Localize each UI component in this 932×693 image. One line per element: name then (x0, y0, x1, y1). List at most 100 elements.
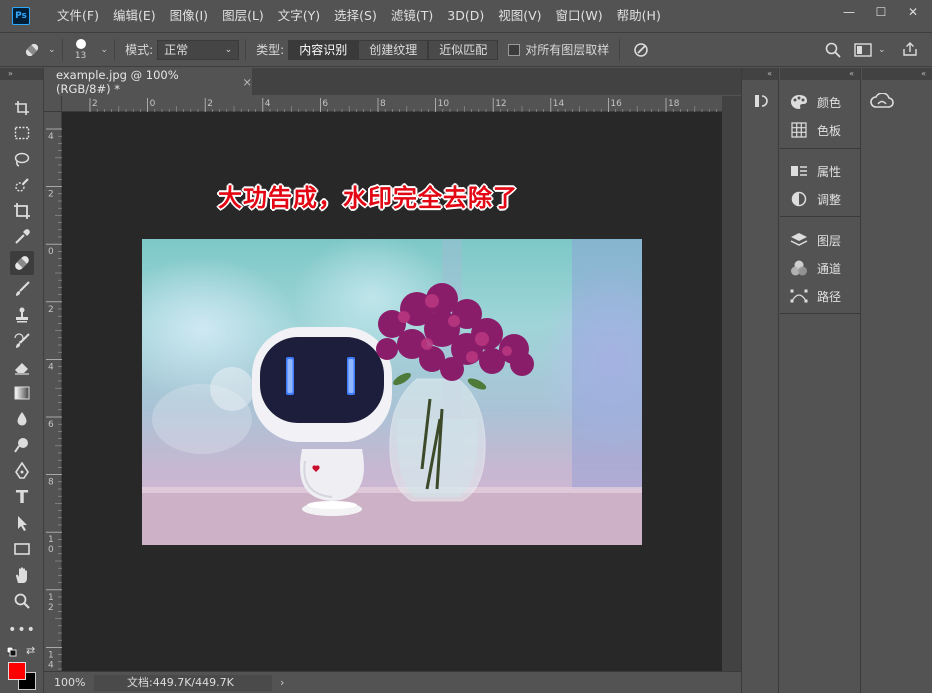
healing-brush-preset-icon[interactable]: ⌄ (22, 40, 56, 60)
ruler-top-tick-label: 12 (495, 99, 506, 109)
brush-size-chevron-icon[interactable]: ⌄ (101, 45, 109, 55)
properties-icon (790, 162, 808, 180)
panel-channels[interactable]: 通道 (790, 259, 841, 277)
default-colors-icon[interactable] (6, 646, 17, 657)
status-menu-arrow-icon[interactable]: › (280, 676, 284, 689)
menu-3d[interactable]: 3D(D) (440, 0, 491, 32)
panel-layers[interactable]: 图层 (790, 231, 841, 249)
type-create-texture-button[interactable]: 创建纹理 (358, 39, 429, 60)
panel-paths[interactable]: 路径 (790, 287, 841, 305)
panel-paths-label: 路径 (817, 289, 842, 304)
close-button[interactable]: ✕ (898, 2, 928, 22)
swap-colors-icon[interactable]: ⇄ (26, 644, 35, 657)
ruler-top-tick-label: 4 (265, 99, 271, 109)
collapse-panel-icon[interactable]: « (780, 68, 860, 80)
marquee-icon[interactable] (10, 121, 34, 145)
panel-swatches-label: 色板 (817, 123, 842, 138)
rectangle-icon[interactable] (10, 537, 34, 561)
paths-icon (790, 287, 808, 305)
document-tab[interactable]: example.jpg @ 100%(RGB/8#) * × (44, 68, 252, 96)
foreground-color-swatch[interactable] (8, 662, 26, 680)
menu-window[interactable]: 窗口(W) (549, 0, 610, 32)
ruler-top-tick-label: 0 (150, 99, 156, 109)
blur-icon[interactable] (10, 407, 34, 431)
panel-color-label: 颜色 (817, 95, 842, 110)
divider (780, 148, 861, 149)
history-brush-icon[interactable] (10, 329, 34, 353)
mode-select[interactable]: 正常 ⌄ (157, 39, 240, 60)
ruler-left-tick-label: 1 (48, 650, 54, 660)
minimize-button[interactable]: — (834, 2, 864, 22)
pen-icon[interactable] (10, 459, 34, 483)
brush-icon[interactable] (10, 277, 34, 301)
brush-size-picker[interactable]: 13 (69, 38, 93, 61)
tools-panel: » T ••• ⇄ (0, 68, 44, 693)
divider (245, 38, 247, 61)
sample-all-layers-label: 对所有图层取样 (525, 43, 610, 57)
menu-image[interactable]: 图像(I) (163, 0, 215, 32)
ruler-left-tick-label: 4 (48, 132, 54, 142)
menu-help[interactable]: 帮助(H) (610, 0, 668, 32)
healing-brush-icon[interactable] (10, 251, 34, 275)
menu-edit[interactable]: 编辑(E) (106, 0, 163, 32)
panel-color[interactable]: 颜色 (790, 93, 841, 111)
zoom-icon[interactable] (10, 589, 34, 613)
menu-file[interactable]: 文件(F) (50, 0, 106, 32)
menu-select[interactable]: 选择(S) (327, 0, 384, 32)
panel-adjustments[interactable]: 调整 (790, 190, 841, 208)
menu-type[interactable]: 文字(Y) (271, 0, 327, 32)
hand-icon[interactable] (10, 563, 34, 587)
clone-stamp-icon[interactable] (10, 303, 34, 327)
sample-all-layers-checkbox[interactable] (508, 43, 521, 56)
chevron-down-icon: ⌄ (224, 44, 233, 55)
channels-icon (790, 259, 808, 277)
menu-filter[interactable]: 滤镜(T) (384, 0, 440, 32)
grid-icon (790, 121, 808, 139)
menu-view[interactable]: 视图(V) (491, 0, 548, 32)
canvas-headline-text: 大功告成，水印完全去除了 (218, 183, 518, 212)
search-icon[interactable] (824, 41, 842, 59)
pressure-icon[interactable] (632, 41, 650, 59)
move-artboard-icon[interactable] (10, 96, 34, 120)
ruler-left-tick-label: 4 (48, 660, 54, 670)
ruler-corner (44, 96, 62, 112)
divider (114, 38, 116, 61)
layers-icon (790, 231, 808, 249)
libraries-dock: « (862, 68, 932, 693)
crop-icon[interactable] (10, 199, 34, 223)
lasso-icon[interactable] (10, 147, 34, 171)
document-image[interactable] (142, 239, 642, 545)
divider (619, 38, 621, 61)
zoom-level[interactable]: 100% (44, 676, 94, 689)
eyedropper-icon[interactable] (10, 225, 34, 249)
path-select-icon[interactable] (10, 511, 34, 535)
share-icon[interactable] (901, 40, 919, 58)
eraser-icon[interactable] (10, 355, 34, 379)
type-content-aware-button[interactable]: 内容识别 (288, 39, 359, 60)
collapse-panel-icon[interactable]: « (742, 68, 778, 80)
history-icon[interactable] (752, 92, 770, 113)
ruler-left-tick-label: 2 (48, 603, 54, 613)
menu-layer[interactable]: 图层(L) (215, 0, 271, 32)
type-proximity-match-button[interactable]: 近似匹配 (428, 39, 499, 60)
type-icon[interactable]: T (10, 485, 34, 509)
ruler-left-tick-label: 2 (48, 190, 54, 200)
maximize-button[interactable]: ☐ (866, 2, 896, 22)
collapse-toolbar-icon[interactable]: » (0, 68, 43, 80)
more-tools-icon[interactable]: ••• (8, 618, 35, 642)
divider (780, 313, 861, 314)
ruler-left-tick-label: 0 (48, 545, 54, 555)
vertical-scrollbar[interactable] (722, 96, 741, 671)
panel-swatches[interactable]: 色板 (790, 121, 841, 139)
panel-properties[interactable]: 属性 (790, 162, 841, 180)
workspace-icon[interactable]: ⌄ (854, 42, 886, 58)
dodge-icon[interactable] (10, 433, 34, 457)
close-tab-icon[interactable]: × (242, 75, 252, 89)
gradient-icon[interactable] (10, 381, 34, 405)
quick-select-icon[interactable] (10, 173, 34, 197)
creative-cloud-libraries-icon[interactable] (870, 92, 894, 112)
collapse-panel-icon[interactable]: « (862, 68, 932, 80)
ruler-left-tick-label: 2 (48, 305, 54, 315)
panel-channels-label: 通道 (817, 261, 842, 276)
ruler-left-tick-label: 4 (48, 362, 54, 372)
